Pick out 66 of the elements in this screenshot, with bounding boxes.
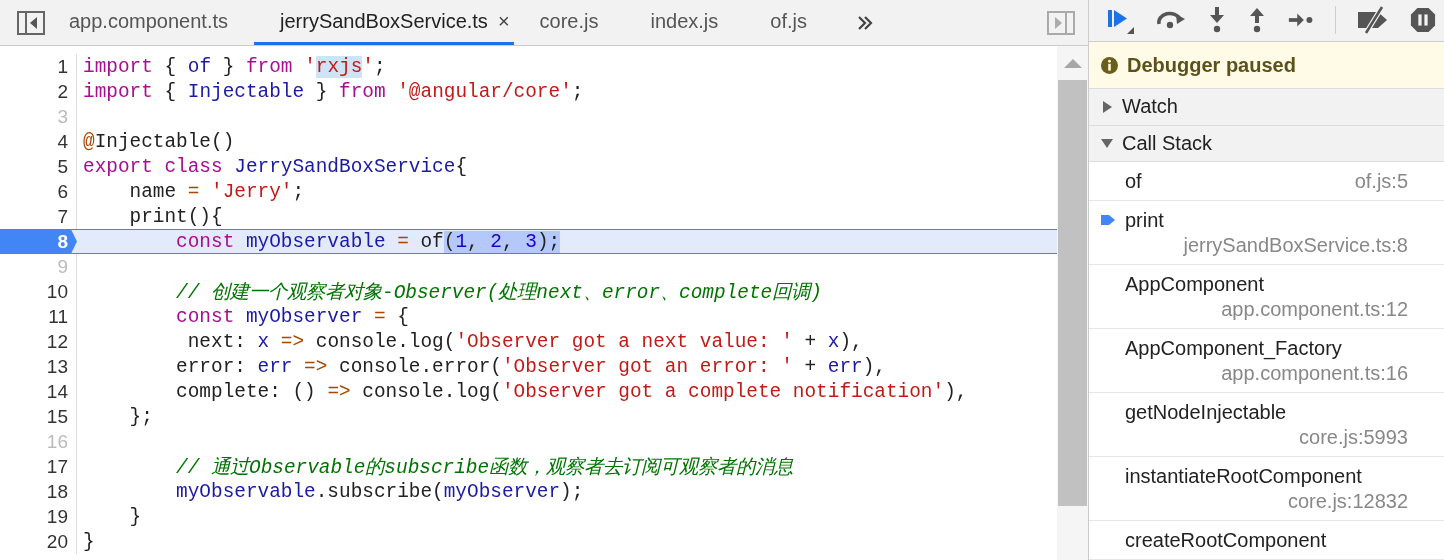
code-line: // 创建一个观察者对象-Observer(处理next、error、complete回调) [175,280,822,305]
line-number: 3 [0,104,77,129]
line-number: 10 [0,279,77,304]
debugger-toggle-icon[interactable] [1047,10,1075,35]
navigator-toggle-icon[interactable] [17,10,45,35]
file-tab[interactable]: index.js [624,0,745,45]
frame-location[interactable]: jerrySandBoxService.ts:8 [1143,233,1408,258]
frame-location[interactable]: core.js:12832 [1247,489,1408,514]
call-frame[interactable]: AppComponent app.component.ts:12 [1089,265,1444,329]
line-number: 18 [0,479,77,504]
line-number: 6 [0,179,77,204]
banner-text: Debugger paused [1127,53,1296,77]
line-number: 16 [0,429,77,454]
line-number: 17 [0,454,77,479]
code-line: import { of } from 'rxjs'; [82,55,386,78]
code-line: complete: () => console.log('Observer got a complete notification'), [175,380,968,403]
line-number: 20 [0,529,77,554]
line-number: 9 [0,254,77,279]
line-number: 11 [0,304,77,329]
code-line: // 通过Observable的subscribe函数，观察者去订阅可观察者的消息 [175,455,794,480]
frame-location[interactable]: of.js:5 [1314,169,1408,194]
code-line: const myObservable = of(1, 2, 3); [175,230,561,253]
step-out-icon[interactable] [1247,6,1267,35]
section-header[interactable]: Call Stack [1089,125,1444,162]
info-icon [1101,56,1118,74]
line-number: 2 [0,79,77,104]
scrollbar[interactable] [1057,46,1088,560]
line-number: 4 [0,129,77,154]
file-tab[interactable]: jerrySandBoxService.ts × [254,0,514,45]
step-into-icon[interactable] [1207,6,1227,35]
code-line: const myObserver = { [175,305,409,328]
call-frame[interactable]: of of.js:5 [1089,162,1444,201]
line-number: 5 [0,154,77,179]
code-line: name = 'Jerry'; [128,180,305,203]
code-line: }; [128,405,153,428]
call-frame[interactable]: print jerrySandBoxService.ts:8 [1089,201,1444,265]
code-line: next: x => console.log('Observer got a next value: ' + x), [186,330,863,353]
frame-location[interactable]: app.component.ts:12 [1181,297,1408,322]
file-tab[interactable]: core.js [513,0,625,45]
call-frame[interactable]: createRootComponent [1089,521,1444,560]
frame-location[interactable]: app.component.ts:16 [1181,361,1408,386]
call-frame[interactable]: AppComponent_Factory app.component.ts:16 [1089,329,1444,393]
code-line: export class JerrySandBoxService{ [82,155,467,178]
frame-location[interactable]: core.js:5993 [1259,425,1408,450]
code-line: } [128,505,142,528]
code-line: error: err => console.error('Observer got an error: ' + err), [175,355,886,378]
code-line: } [82,530,95,553]
code-line: myObservable.subscribe(myObserver); [175,480,584,503]
code-line: import { Injectable } from '@angular/core'; [82,80,584,103]
line-number: 12 [0,329,77,354]
line-number: 19 [0,504,77,529]
line-number: 1 [0,54,77,79]
section-header[interactable]: Watch [1089,89,1444,126]
line-number: 14 [0,379,77,404]
line-number: 13 [0,354,77,379]
more-tabs-icon[interactable] [856,15,873,30]
close-tab-button[interactable]: × [497,9,510,33]
file-tab[interactable]: of.js [744,0,833,45]
call-frame[interactable]: getNodeInjectable core.js:5993 [1089,393,1444,457]
pause-icon[interactable] [1410,6,1436,35]
code-line: print(){ [128,205,223,228]
line-number: 8 [0,229,77,254]
code-line: @Injectable() [82,130,235,153]
file-tab[interactable]: app.component.ts [67,0,254,45]
call-frame[interactable]: instantiateRootComponent core.js:12832 [1089,457,1444,521]
line-number: 15 [0,404,77,429]
